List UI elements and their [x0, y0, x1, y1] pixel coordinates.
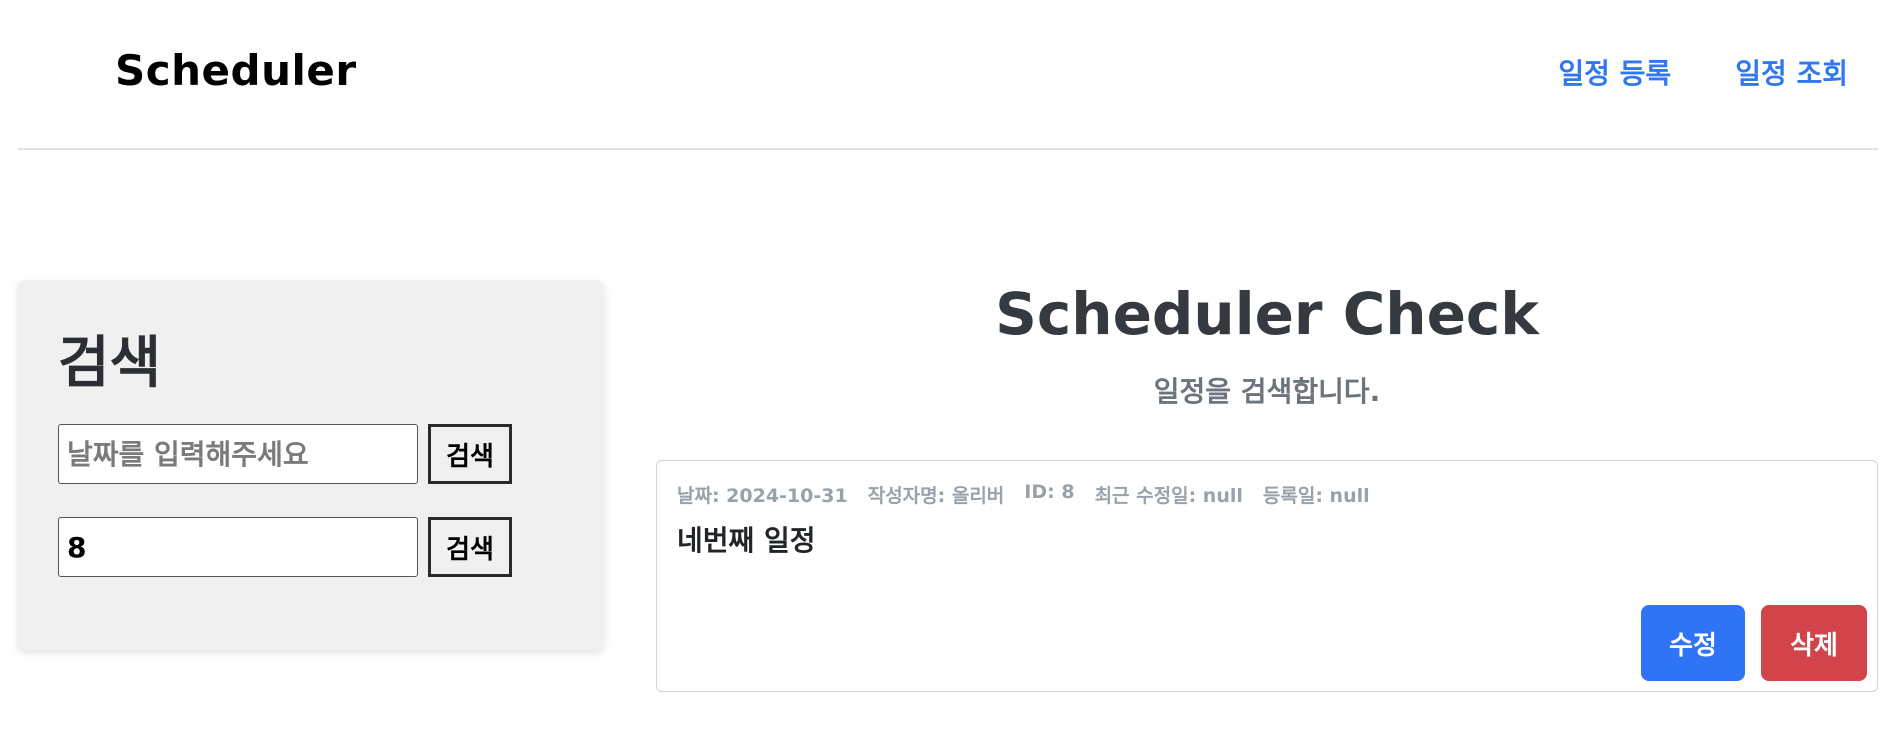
schedule-id: ID: 8: [1024, 481, 1075, 503]
delete-button[interactable]: 삭제: [1761, 605, 1867, 681]
schedule-created: 등록일: null: [1262, 485, 1370, 507]
search-panel-title: 검색: [58, 331, 162, 396]
brand-logo[interactable]: Scheduler: [115, 46, 357, 95]
date-search-button[interactable]: 검색: [428, 424, 512, 484]
id-search-input[interactable]: [58, 517, 418, 577]
date-search-row: 검색: [58, 424, 512, 484]
date-search-input[interactable]: [58, 424, 418, 484]
schedule-date: 날짜: 2024-10-31: [677, 485, 848, 507]
edit-button[interactable]: 수정: [1641, 605, 1745, 681]
search-panel: 검색 검색 검색: [18, 280, 604, 650]
nav-register-link[interactable]: 일정 등록: [1558, 52, 1671, 92]
id-search-row: 검색: [58, 517, 512, 577]
main-content: Scheduler Check 일정을 검색합니다. 날짜: 2024-10-3…: [656, 270, 1878, 692]
schedule-actions: 수정 삭제: [1641, 605, 1867, 681]
schedule-author: 작성자명: 올리버: [867, 485, 1005, 507]
schedule-card: 날짜: 2024-10-31 작성자명: 올리버 ID: 8 최근 수정일: n…: [656, 460, 1878, 692]
schedule-title: 네번째 일정: [677, 524, 816, 557]
schedule-updated: 최근 수정일: null: [1094, 485, 1243, 507]
schedule-meta: 날짜: 2024-10-31 작성자명: 올리버 ID: 8 최근 수정일: n…: [677, 481, 1370, 508]
page-subtitle: 일정을 검색합니다.: [1153, 375, 1381, 408]
header-divider: [18, 148, 1878, 150]
nav-view-link[interactable]: 일정 조회: [1735, 52, 1848, 92]
header: Scheduler 일정 등록 일정 조회: [0, 0, 1896, 150]
page-title: Scheduler Check: [995, 280, 1539, 348]
id-search-button[interactable]: 검색: [428, 517, 512, 577]
top-nav: 일정 등록 일정 조회: [1558, 52, 1848, 92]
